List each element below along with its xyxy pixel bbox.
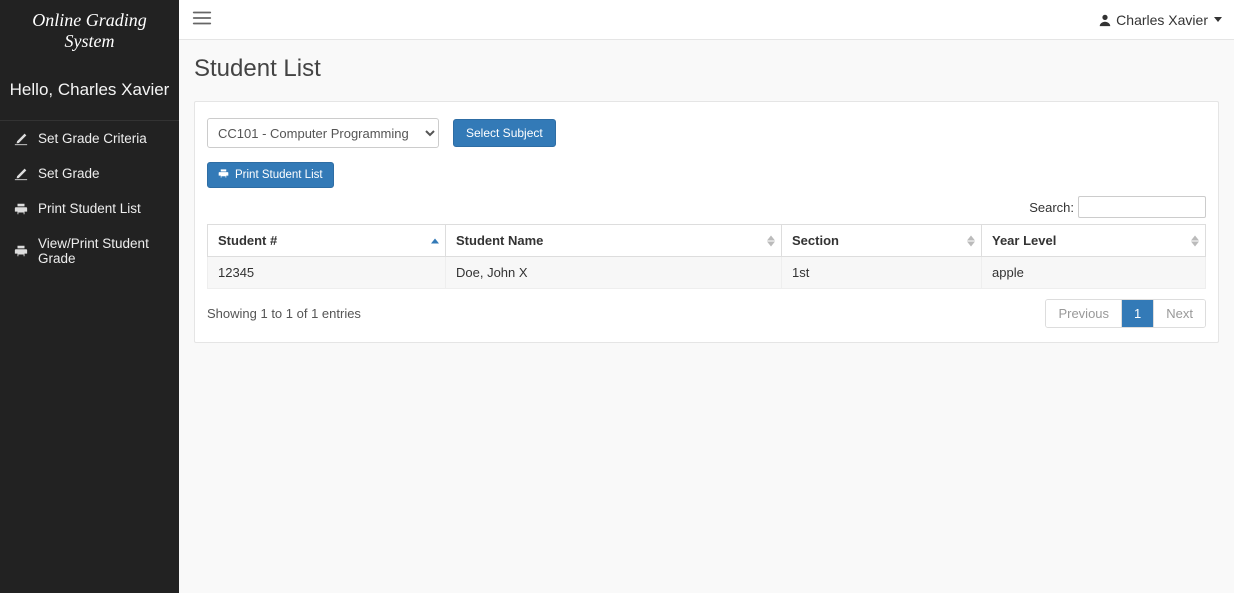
cell-student-no: 12345 (208, 257, 446, 289)
col-section[interactable]: Section (782, 225, 982, 257)
sidebar-item-label: Print Student List (38, 201, 141, 216)
pagination: Previous 1 Next (1045, 299, 1206, 328)
sidebar-item-label: Set Grade Criteria (38, 131, 147, 146)
datatable-footer: Showing 1 to 1 of 1 entries Previous 1 N… (207, 299, 1206, 328)
main-area: Charles Xavier Student List CC101 - Comp… (179, 0, 1234, 593)
content: Student List CC101 - Computer Programmin… (179, 40, 1234, 593)
col-label: Student # (218, 233, 277, 248)
sidebar-nav: Set Grade Criteria Set Grade Print Stude… (0, 120, 179, 276)
col-year-level[interactable]: Year Level (982, 225, 1206, 257)
select-subject-button[interactable]: Select Subject (453, 119, 556, 147)
cell-student-name: Doe, John X (446, 257, 782, 289)
cell-year-level: apple (982, 257, 1206, 289)
page-next[interactable]: Next (1153, 300, 1205, 327)
page-prev[interactable]: Previous (1046, 300, 1121, 327)
app-root: Online Grading System Hello, Charles Xav… (0, 0, 1234, 593)
print-button-label: Print Student List (235, 169, 323, 181)
table-header-row: Student # Student Name Section (208, 225, 1206, 257)
print-student-list-button[interactable]: Print Student List (207, 162, 334, 188)
print-icon (14, 244, 28, 258)
user-menu-name: Charles Xavier (1116, 12, 1208, 28)
datatable-search: Search: (207, 196, 1206, 218)
edit-icon (14, 167, 28, 181)
col-label: Section (792, 233, 839, 248)
sidebar-item-label: View/Print Student Grade (38, 236, 165, 266)
panel: CC101 - Computer Programming Select Subj… (194, 101, 1219, 343)
table-info: Showing 1 to 1 of 1 entries (207, 306, 361, 321)
hamburger-icon[interactable] (191, 7, 213, 32)
sort-asc-icon (431, 238, 439, 243)
subject-select[interactable]: CC101 - Computer Programming (207, 118, 439, 148)
user-icon (1098, 13, 1112, 27)
print-toolbar: Print Student List (207, 162, 1206, 188)
col-label: Year Level (992, 233, 1056, 248)
sidebar-item-set-grade-criteria[interactable]: Set Grade Criteria (0, 121, 179, 156)
topbar: Charles Xavier (179, 0, 1234, 40)
page-1[interactable]: 1 (1121, 300, 1153, 327)
col-student-no[interactable]: Student # (208, 225, 446, 257)
sidebar-item-view-print-student-grade[interactable]: View/Print Student Grade (0, 226, 179, 276)
print-icon (14, 202, 28, 216)
edit-icon (14, 132, 28, 146)
subject-row: CC101 - Computer Programming Select Subj… (207, 118, 1206, 148)
print-icon (218, 168, 229, 182)
sidebar-item-set-grade[interactable]: Set Grade (0, 156, 179, 191)
sort-both-icon (767, 235, 775, 246)
cell-section: 1st (782, 257, 982, 289)
sidebar: Online Grading System Hello, Charles Xav… (0, 0, 179, 593)
brand-title: Online Grading System (0, 0, 179, 66)
greeting-text: Hello, Charles Xavier (0, 66, 179, 120)
search-input[interactable] (1078, 196, 1206, 218)
table-row: 12345 Doe, John X 1st apple (208, 257, 1206, 289)
sidebar-item-label: Set Grade (38, 166, 100, 181)
search-label: Search: (1029, 200, 1074, 215)
sort-both-icon (1191, 235, 1199, 246)
col-student-name[interactable]: Student Name (446, 225, 782, 257)
sort-both-icon (967, 235, 975, 246)
page-title: Student List (194, 55, 1219, 83)
user-menu[interactable]: Charles Xavier (1098, 12, 1222, 28)
col-label: Student Name (456, 233, 543, 248)
sidebar-item-print-student-list[interactable]: Print Student List (0, 191, 179, 226)
caret-down-icon (1214, 17, 1222, 22)
student-table: Student # Student Name Section (207, 224, 1206, 289)
